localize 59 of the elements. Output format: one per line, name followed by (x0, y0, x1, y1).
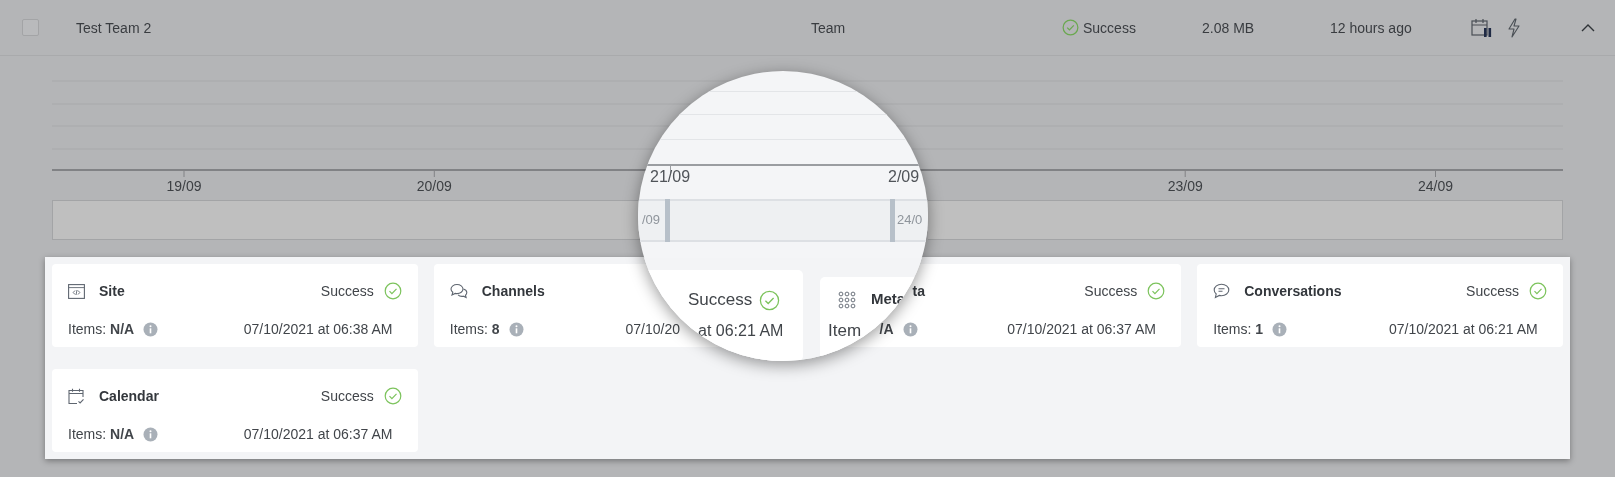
backup-size: 2.08 MB (1202, 19, 1256, 36)
team-name: Test Team 2 (76, 19, 153, 36)
range-label: 24/0 (897, 212, 923, 227)
speech-bubble-icon (1213, 283, 1231, 299)
last-backup-time: 12 hours ago (1330, 19, 1413, 36)
team-type: Team (811, 19, 847, 36)
info-icon[interactable] (143, 426, 159, 442)
range-navigator[interactable] (928, 200, 1563, 240)
success-icon (1062, 19, 1079, 36)
lightning-icon[interactable] (1507, 17, 1521, 38)
backup-status: Success (1083, 19, 1136, 36)
card-date: at 06:21 AM (698, 322, 784, 340)
card-title: Channels (481, 283, 545, 299)
calendar-check-icon (68, 387, 85, 405)
chat-bubbles-icon (449, 283, 468, 299)
card-title: Calendar (99, 388, 159, 404)
success-icon (383, 387, 402, 405)
success-icon (1529, 282, 1547, 300)
items-count: /A (879, 321, 894, 337)
axis-label: 23/09 (1167, 178, 1203, 194)
axis-label: 24/09 (1418, 178, 1453, 194)
site-icon (68, 283, 85, 299)
items-count: Items: N/A (68, 321, 135, 337)
card-status: Success (688, 290, 753, 310)
caret-icon[interactable] (1581, 22, 1595, 33)
info-icon[interactable] (1272, 321, 1288, 337)
axis-label: 19/09 (166, 178, 202, 194)
range-label: /09 (642, 212, 661, 227)
card-status: Success (1084, 283, 1138, 299)
card-status: Success (1466, 283, 1519, 299)
info-icon[interactable] (508, 321, 524, 337)
info-icon[interactable] (902, 321, 918, 337)
card-title: Conversations (1244, 283, 1342, 299)
items-count: Items: N/A (68, 426, 135, 442)
success-icon (383, 282, 402, 300)
card-title: Site (99, 283, 125, 299)
card-date: 07/10/2021 at 06:37 AM (243, 426, 393, 442)
items-count: Item (828, 321, 862, 341)
card-status: Success (320, 283, 374, 299)
range-navigator[interactable] (52, 200, 640, 240)
grid-dots-icon (838, 291, 856, 309)
info-icon[interactable] (143, 321, 159, 337)
success-icon (759, 290, 780, 311)
success-icon (1147, 282, 1166, 300)
calendar-pause-icon[interactable] (1471, 17, 1493, 38)
items-count: Items: 8 (449, 321, 500, 337)
axis-label: 20/09 (416, 178, 452, 194)
card-title: ta (912, 283, 925, 299)
card-date: 07/10/2021 at 06:38 AM (243, 321, 393, 337)
card-status: Success (320, 388, 374, 404)
range-handle[interactable] (665, 199, 670, 242)
card-date: 07/10/2021 at 06:37 AM (1007, 321, 1156, 337)
range-handle[interactable] (890, 199, 895, 242)
axis-label: 21/09 (650, 168, 691, 186)
card-date: 07/10/2021 at 06:21 AM (1389, 321, 1538, 337)
range-selector[interactable] (638, 199, 928, 242)
card-date: 07/10/20 (625, 321, 680, 337)
items-count: Items: 1 (1213, 321, 1264, 337)
axis-label: 2/09 (888, 168, 920, 186)
